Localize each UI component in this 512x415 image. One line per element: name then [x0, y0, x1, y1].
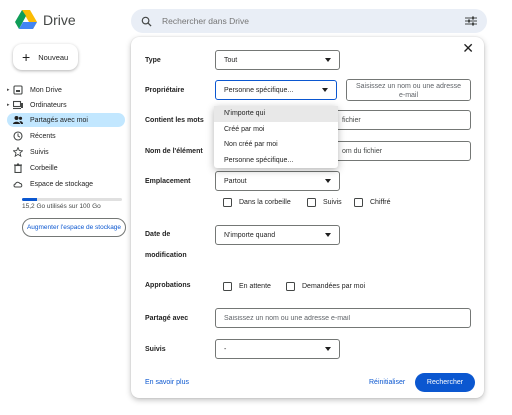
location-select-value: Partout [224, 177, 247, 185]
search-icon[interactable] [141, 16, 152, 27]
sidebar-item-label: Suivis [30, 148, 49, 156]
owner-option-me[interactable]: Créé par moi [214, 122, 338, 138]
owner-select-value: Personne spécifique... [224, 86, 294, 94]
sidebar-item-computers[interactable]: ▸ Ordinateurs [7, 98, 125, 112]
dropdown-arrow-icon [325, 347, 331, 351]
dropdown-arrow-icon [325, 58, 331, 62]
drive-logo-icon [15, 10, 37, 29]
dropdown-arrow-icon [322, 88, 328, 92]
sidebar-item-label: Ordinateurs [30, 101, 67, 109]
owner-option-not-me[interactable]: Non créé par moi [214, 137, 338, 153]
sidebar-item-recent[interactable]: Récents [7, 129, 125, 143]
in-trash-checkbox[interactable]: Dans la corbeille [223, 198, 291, 207]
sidebar-item-label: Mon Drive [30, 86, 62, 94]
sidebar-item-trash[interactable]: Corbeille [7, 161, 125, 175]
owner-label: Propriétaire [145, 87, 185, 94]
sidebar-item-label: Partagés avec moi [30, 116, 88, 124]
sidebar-item-starred[interactable]: Suivis [7, 145, 125, 159]
shared-with-label: Partagé avec [145, 315, 189, 322]
type-label: Type [145, 57, 161, 64]
clock-icon [13, 131, 23, 141]
owner-option-specific-person[interactable]: Personne spécifique... [214, 153, 338, 169]
owner-select[interactable]: Personne spécifique... [215, 80, 337, 100]
sidebar-item-storage[interactable]: Espace de stockage [7, 177, 125, 191]
trash-icon [14, 163, 22, 173]
search-input[interactable] [162, 16, 465, 26]
checkbox-box[interactable] [286, 282, 295, 291]
followed-select-value: - [224, 345, 227, 353]
contains-words-label: Contient les mots [145, 117, 204, 124]
plus-icon: + [22, 49, 31, 65]
star-icon [13, 147, 23, 157]
location-label: Emplacement [145, 178, 191, 185]
shared-with-input[interactable] [215, 308, 471, 328]
owner-dropdown-menu: N'importe qui Créé par moi Non créé par … [214, 106, 338, 168]
date-modified-label-line1: Date de [145, 231, 171, 238]
app-title: Drive [43, 11, 76, 28]
checkbox-label: Chiffré [370, 199, 391, 206]
checkbox-label: Demandées par moi [302, 283, 366, 290]
date-modified-select[interactable]: N'importe quand [215, 225, 340, 245]
contains-words-placeholder: fichier [342, 116, 361, 124]
cloud-icon [13, 181, 23, 188]
checkbox-label: Suivis [323, 199, 342, 206]
search-bar[interactable] [131, 9, 487, 33]
encrypted-checkbox[interactable]: Chiffré [354, 198, 391, 207]
upgrade-storage-button[interactable]: Augmenter l'espace de stockage [22, 218, 126, 237]
sidebar-item-shared-with-me[interactable]: Partagés avec moi [7, 113, 125, 127]
checkbox-box[interactable] [223, 282, 232, 291]
item-name-placeholder: om du fichier [342, 147, 383, 155]
storage-usage-text: 15,2 Go utilisés sur 100 Go [22, 203, 101, 210]
date-modified-label-line2: modification [145, 252, 187, 259]
sidebar-item-label: Espace de stockage [30, 180, 94, 188]
followed-label: Suivis [145, 346, 166, 353]
checkbox-label: Dans la corbeille [239, 199, 291, 206]
type-select[interactable]: Tout [215, 50, 340, 70]
new-button[interactable]: + Nouveau [13, 44, 78, 70]
storage-progress-bar [22, 198, 122, 201]
item-name-label: Nom de l'élément [145, 148, 203, 155]
sidebar-item-my-drive[interactable]: ▸ Mon Drive [7, 83, 125, 97]
starred-checkbox[interactable]: Suivis [307, 198, 342, 207]
dropdown-arrow-icon [325, 179, 331, 183]
search-submit-button[interactable]: Rechercher [415, 373, 475, 392]
followed-select[interactable]: - [215, 339, 340, 359]
location-select[interactable]: Partout [215, 171, 340, 191]
date-modified-value: N'importe quand [224, 231, 276, 239]
sidebar-item-label: Récents [30, 132, 56, 140]
checkbox-box[interactable] [223, 198, 232, 207]
dropdown-arrow-icon [325, 233, 331, 237]
drive-logo[interactable]: Drive [15, 10, 76, 29]
people-icon [13, 116, 23, 124]
storage-progress-fill [22, 198, 38, 201]
close-icon[interactable]: ✕ [462, 41, 474, 55]
reset-button[interactable]: Réinitialiser [369, 379, 405, 386]
search-options-icon[interactable] [465, 16, 477, 26]
checkbox-label: En attente [239, 283, 271, 290]
checkbox-box[interactable] [307, 198, 316, 207]
drive-icon [13, 85, 23, 95]
checkbox-box[interactable] [354, 198, 363, 207]
learn-more-link[interactable]: En savoir plus [145, 379, 189, 386]
new-button-label: Nouveau [38, 52, 69, 62]
background-file-list [483, 40, 512, 400]
type-select-value: Tout [224, 56, 238, 64]
advanced-search-dialog: ✕ Type Tout Propriétaire Personne spécif… [131, 37, 484, 398]
requested-by-me-checkbox[interactable]: Demandées par moi [286, 282, 365, 291]
owner-option-anyone[interactable]: N'importe qui [214, 106, 338, 122]
pending-checkbox[interactable]: En attente [223, 282, 271, 291]
approvals-label: Approbations [145, 282, 191, 289]
owner-email-input[interactable] [346, 79, 471, 101]
sidebar-item-label: Corbeille [30, 164, 58, 172]
computer-icon [13, 100, 23, 110]
